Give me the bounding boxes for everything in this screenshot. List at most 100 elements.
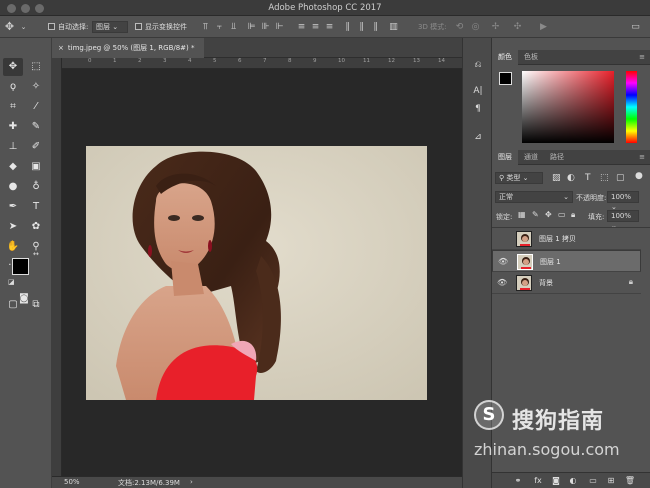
history-panel-icon[interactable]: ⎌ [471, 58, 485, 72]
workspace-icon[interactable]: ▭ [630, 21, 641, 33]
gradient-tool-icon[interactable]: ▣ [26, 158, 46, 176]
layers-menu-icon[interactable]: ≡ [633, 150, 650, 165]
quick-mask-mode-icon[interactable]: ▢ [3, 296, 23, 314]
layer-row[interactable]: 👁︎ 背景 🔒︎ [492, 272, 641, 294]
eraser-tool-icon[interactable]: ◆ [3, 158, 23, 176]
auto-align-icon[interactable]: ▥ [388, 21, 399, 33]
opacity-field[interactable]: 100% ⌄ [607, 191, 639, 211]
align-left-icon[interactable]: ⊫ [246, 21, 257, 33]
status-menu-arrow-icon[interactable]: › [190, 478, 193, 486]
tab-channels[interactable]: 通道 [518, 150, 544, 165]
eyedropper-tool-icon[interactable]: ⁄ [26, 98, 46, 116]
align-vcenter-icon[interactable]: ⫟ [214, 21, 225, 33]
layer-filter-dropdown[interactable]: ⚲ 类型 ⌄ [495, 172, 543, 184]
distribute-hcenter-icon[interactable]: ∥ [356, 21, 367, 33]
shape-tool-icon[interactable]: ✿ [26, 218, 46, 236]
paragraph-panel-icon[interactable]: ¶ [471, 102, 485, 116]
auto-select-checkbox[interactable] [48, 23, 55, 30]
layer-name[interactable]: 图层 1 [540, 257, 561, 267]
add-mask-icon[interactable]: ◙ [550, 476, 562, 485]
layer-name[interactable]: 背景 [539, 278, 553, 288]
marquee-tool-icon[interactable]: ⬚ [26, 58, 46, 76]
eye-icon[interactable]: 👁︎ [497, 278, 507, 288]
filter-adjustment-icon[interactable]: ◐ [567, 173, 575, 183]
document-tab[interactable]: × timg.jpeg @ 50% (图层 1, RGB/8#) * [52, 38, 204, 58]
lock-pixels-icon[interactable]: ✎ [532, 210, 539, 219]
new-group-icon[interactable]: ▭ [587, 476, 599, 485]
filter-toggle-icon[interactable]: ● [635, 171, 643, 181]
3d-drag-icon[interactable]: ✢ [490, 21, 501, 33]
lock-icon[interactable]: 🔒︎ [629, 277, 633, 287]
close-tab-icon[interactable]: × [58, 44, 64, 52]
3d-roll-icon[interactable]: ◎ [470, 21, 481, 33]
filter-type-icon[interactable]: T [585, 173, 591, 183]
hand-tool-icon[interactable]: ✋ [3, 238, 23, 256]
pen-tool-icon[interactable]: ✒ [3, 198, 23, 216]
history-brush-tool-icon[interactable]: ✐ [26, 138, 46, 156]
clone-stamp-tool-icon[interactable]: ⊥ [3, 138, 23, 156]
character-panel-icon[interactable]: A| [471, 84, 485, 98]
tab-paths[interactable]: 路径 [544, 150, 570, 165]
blur-tool-icon[interactable]: ● [3, 178, 23, 196]
distribute-bottom-icon[interactable]: ≡ [324, 21, 335, 33]
filter-shape-icon[interactable]: ⬚ [600, 173, 609, 183]
crop-tool-icon[interactable]: ⌗ [3, 98, 23, 116]
link-layers-icon[interactable]: ⚭ [512, 476, 524, 485]
magic-wand-tool-icon[interactable]: ✧ [26, 78, 46, 96]
auto-select-dropdown[interactable]: 图层 ⌄ [92, 21, 128, 33]
distribute-vcenter-icon[interactable]: ≡ [310, 21, 321, 33]
lock-position-icon[interactable]: ✥ [545, 210, 552, 219]
lasso-tool-icon[interactable]: ϙ [3, 78, 23, 96]
properties-panel-icon[interactable]: ⊿ [471, 130, 485, 144]
delete-layer-icon[interactable]: 🗑︎ [624, 476, 636, 485]
layer-name[interactable]: 图层 1 拷贝 [539, 234, 576, 244]
distribute-top-icon[interactable]: ≡ [296, 21, 307, 33]
foreground-color-swatch[interactable] [12, 258, 29, 275]
3d-scale-icon[interactable]: ▶ [538, 21, 549, 33]
move-tool-icon[interactable]: ✥ [3, 58, 23, 76]
ruler-tick-label: 6 [238, 58, 242, 64]
swap-colors-icon[interactable]: ↔ [33, 250, 39, 258]
visibility-toggle-off[interactable] [497, 234, 507, 244]
align-bottom-icon[interactable]: ⫫ [228, 21, 239, 33]
distribute-right-icon[interactable]: ∥ [370, 21, 381, 33]
lock-artboard-icon[interactable]: ▭ [558, 210, 566, 219]
fill-field[interactable]: 100% ⌄ [607, 210, 639, 230]
path-selection-tool-icon[interactable]: ➤ [3, 218, 23, 236]
eye-icon[interactable]: 👁︎ [498, 257, 508, 267]
filter-smart-object-icon[interactable]: ▢ [616, 173, 625, 183]
color-field[interactable] [522, 71, 614, 143]
brush-tool-icon[interactable]: ✎ [26, 118, 46, 136]
hue-slider[interactable] [626, 71, 637, 143]
default-colors-icon[interactable]: ◪ [8, 278, 15, 286]
lock-transparent-icon[interactable]: ▦ [518, 210, 526, 219]
tab-color[interactable]: 颜色 [492, 50, 518, 65]
dodge-tool-icon[interactable]: ♁ [26, 178, 46, 196]
document-image[interactable] [86, 146, 427, 400]
filter-pixel-icon[interactable]: ▨ [552, 173, 561, 183]
healing-brush-tool-icon[interactable]: ✚ [3, 118, 23, 136]
color-panel-foreground-swatch[interactable] [499, 72, 512, 85]
zoom-level[interactable]: 50% [64, 478, 80, 486]
align-top-icon[interactable]: ⫪ [200, 21, 211, 33]
3d-slide-icon[interactable]: ✣ [512, 21, 523, 33]
blend-mode-dropdown[interactable]: 正常 ⌄ [495, 191, 573, 203]
align-hcenter-icon[interactable]: ⊪ [260, 21, 271, 33]
layer-row[interactable]: 图层 1 拷贝 [492, 228, 641, 250]
new-layer-icon[interactable]: ⊞ [605, 476, 617, 485]
layer-row[interactable]: 👁︎ 图层 1 [492, 250, 641, 272]
layer-style-icon[interactable]: fx [532, 476, 544, 485]
screen-mode-icon[interactable]: ⧉ [26, 296, 46, 314]
3d-orbit-icon[interactable]: ⟲ [454, 21, 465, 33]
adjustment-layer-icon[interactable]: ◐ [567, 476, 579, 485]
distribute-left-icon[interactable]: ∥ [342, 21, 353, 33]
align-right-icon[interactable]: ⊩ [274, 21, 285, 33]
lock-all-icon[interactable]: 🔒︎ [571, 210, 575, 220]
chevron-down-icon[interactable]: ⌄ [18, 21, 29, 33]
type-tool-icon[interactable]: T [26, 198, 46, 216]
move-tool-preset-icon[interactable]: ✥ [4, 21, 15, 33]
tab-layers[interactable]: 图层 [492, 150, 518, 165]
show-transform-checkbox[interactable] [135, 23, 142, 30]
tab-swatches[interactable]: 色板 [518, 50, 544, 65]
panel-menu-icon[interactable]: ≡ [633, 50, 650, 65]
